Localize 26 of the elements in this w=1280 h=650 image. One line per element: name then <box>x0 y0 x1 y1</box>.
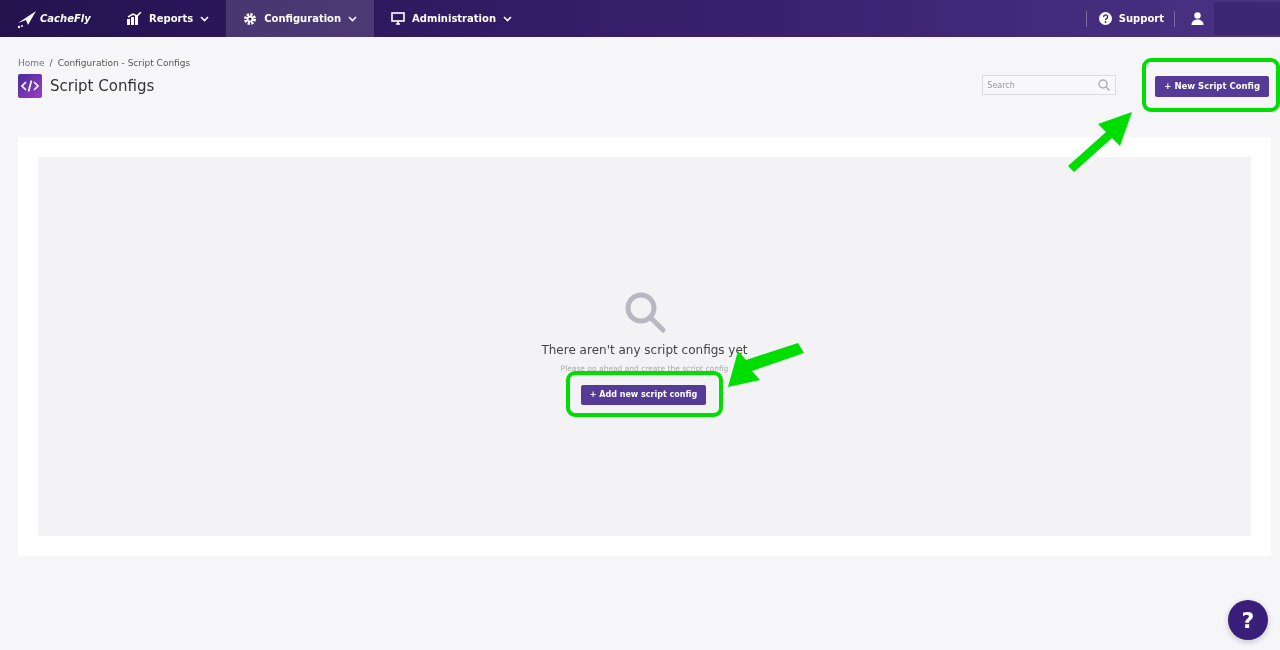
monitor-icon <box>391 12 406 25</box>
nav-menu-item[interactable]: Reports <box>110 0 227 37</box>
breadcrumb-current: Configuration - Script Configs <box>57 58 191 68</box>
breadcrumb-separator: / <box>49 58 53 68</box>
search-icon <box>1098 79 1111 92</box>
support-link[interactable]: Support <box>1098 12 1164 25</box>
help-button[interactable]: ? <box>1228 600 1268 640</box>
code-icon <box>18 74 42 98</box>
help-icon <box>1098 12 1112 25</box>
logo-icon <box>16 8 38 29</box>
chevron-down-icon <box>200 15 210 22</box>
nav-menu-item[interactable]: Configuration <box>226 0 375 37</box>
breadcrumb-link[interactable]: Home <box>18 58 45 68</box>
gear-icon <box>243 11 258 26</box>
page-title: Script Configs <box>50 77 155 95</box>
add-script-config-button[interactable]: + Add new script config <box>580 384 707 405</box>
empty-state-title: There aren't any script configs yet <box>541 343 748 357</box>
search-icon <box>623 291 666 333</box>
new-script-config-button[interactable]: + New Script Config <box>1155 75 1269 97</box>
chevron-down-icon <box>503 15 512 22</box>
nav-menu-item[interactable]: Administration <box>374 0 529 37</box>
logo-text[interactable]: CacheFly <box>40 13 91 24</box>
search-field[interactable]: Search <box>982 75 1117 96</box>
bar-chart-icon <box>127 12 142 25</box>
user-icon[interactable] <box>1191 12 1204 25</box>
chevron-down-icon <box>348 15 358 22</box>
